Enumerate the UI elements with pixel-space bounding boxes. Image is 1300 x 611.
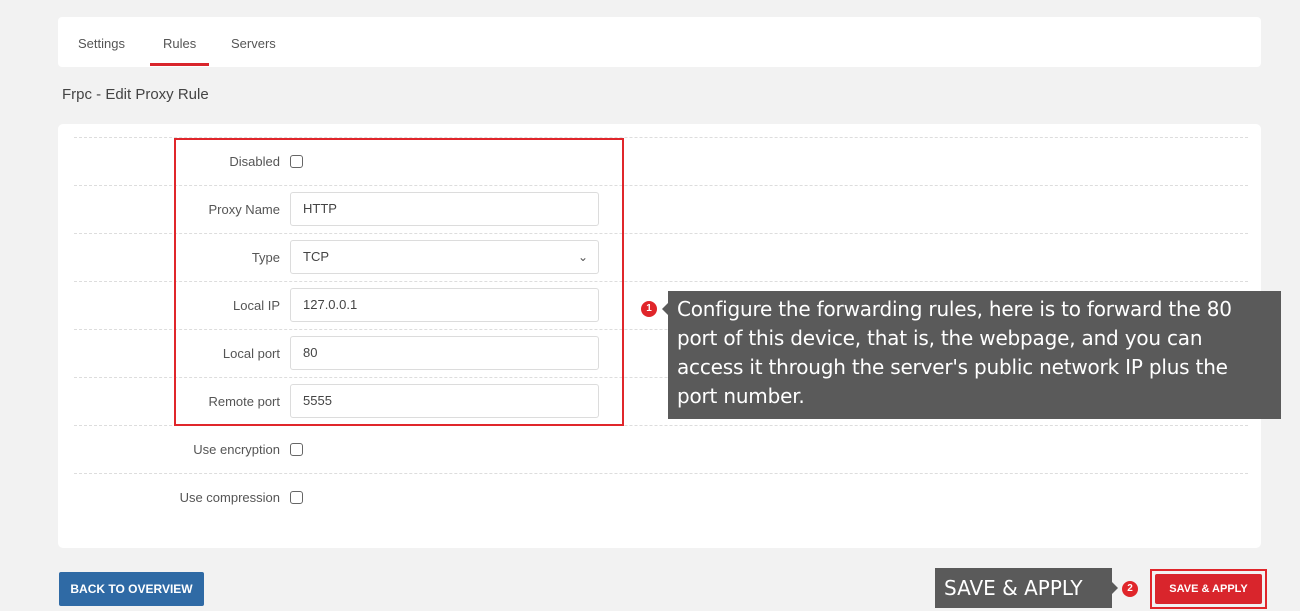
use-compression-row: Use compression (74, 473, 1248, 522)
save-callout: SAVE & APPLY (935, 568, 1118, 608)
use-encryption-row: Use encryption (74, 425, 1248, 474)
use-encryption-label: Use encryption (193, 442, 280, 457)
tab-settings[interactable]: Settings (78, 36, 125, 51)
save-apply-button[interactable]: SAVE & APPLY (1155, 574, 1262, 604)
highlight-box (174, 138, 624, 426)
use-encryption-checkbox[interactable] (290, 443, 303, 456)
save-highlight-box: SAVE & APPLY (1150, 569, 1267, 609)
tab-servers[interactable]: Servers (231, 36, 276, 51)
page-title: Frpc - Edit Proxy Rule (62, 86, 209, 103)
step-badge-2: 2 (1122, 581, 1138, 597)
tab-bar: Settings Rules Servers (58, 17, 1261, 67)
use-compression-checkbox[interactable] (290, 491, 303, 504)
tab-rules[interactable]: Rules (149, 36, 210, 66)
back-to-overview-button[interactable]: BACK TO OVERVIEW (59, 572, 204, 606)
use-compression-label: Use compression (179, 490, 280, 505)
step-badge-1: 1 (641, 301, 657, 317)
instruction-callout: Configure the forwarding rules, here is … (662, 291, 1281, 419)
